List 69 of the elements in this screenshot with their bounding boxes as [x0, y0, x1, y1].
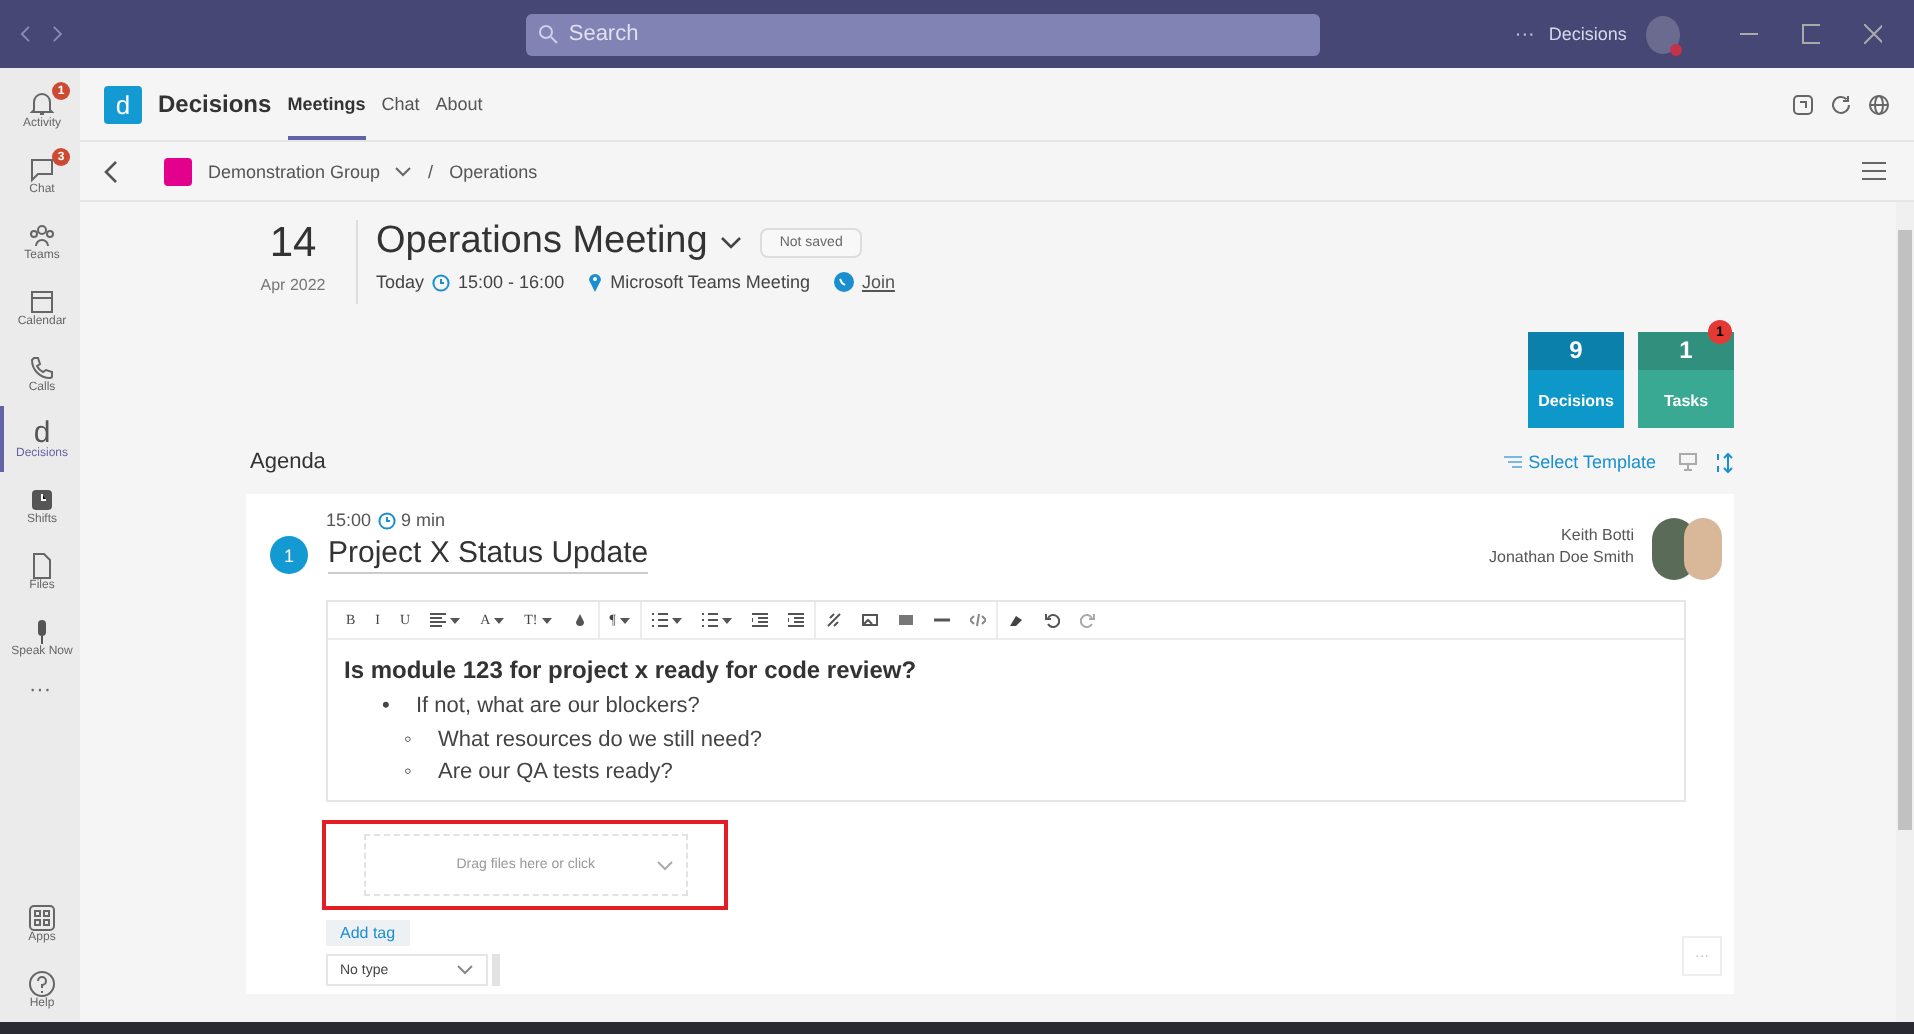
start-time: 15:00	[326, 510, 372, 530]
more-options[interactable]: ···	[1514, 23, 1535, 45]
meeting-time: 15:00 - 16:00	[458, 272, 565, 292]
select-template-link[interactable]: Select Template	[1504, 452, 1656, 472]
close-icon[interactable]	[1864, 24, 1882, 44]
meeting-location: Microsoft Teams Meeting	[610, 272, 810, 292]
counter-tile[interactable]: 9 Decisions	[1528, 332, 1624, 428]
lines-icon	[1504, 456, 1523, 468]
rail-icon	[28, 89, 56, 117]
rail-icon	[28, 485, 56, 513]
tab[interactable]: Meetings	[287, 68, 366, 140]
tab[interactable]: About	[435, 68, 483, 140]
rail-icon	[28, 221, 56, 249]
meeting-month: Apr 2022	[260, 276, 326, 294]
caret-icon	[494, 617, 505, 623]
app-logo: d	[104, 85, 142, 123]
chevron-icon	[394, 165, 413, 177]
rail-icon	[28, 353, 56, 381]
rail-icon	[28, 287, 56, 315]
presenter-name: Keith Botti	[1561, 526, 1634, 544]
scrollbar[interactable]	[1898, 230, 1912, 830]
bullet-marker: ◦	[404, 726, 414, 756]
group-dropdown[interactable]: Demonstration Group	[208, 161, 413, 181]
back-icon[interactable]	[104, 159, 120, 183]
location-pin-icon	[588, 272, 603, 292]
app-name: Decisions	[158, 90, 272, 118]
duration: 9 min	[401, 510, 446, 530]
search-icon	[538, 24, 559, 44]
rail-icon	[28, 551, 56, 579]
meeting-title: Operations Meeting	[376, 220, 708, 264]
group-icon	[164, 157, 192, 185]
tab[interactable]: Chat	[381, 68, 420, 140]
chevron-icon	[456, 964, 474, 976]
sort-icon[interactable]	[1714, 451, 1734, 473]
breadcrumb-separator: /	[428, 161, 434, 181]
section-heading: Agenda	[250, 450, 326, 474]
presenter-name: Jonathan Doe Smith	[1489, 548, 1634, 566]
meeting-day-label: Today	[376, 272, 425, 292]
bullet-text: If not, what are our blockers?	[416, 692, 700, 722]
back-forward-icon[interactable]	[20, 24, 63, 44]
rail-icon	[28, 969, 56, 997]
bullet-text: What resources do we still need?	[438, 726, 763, 756]
chevron-icon	[655, 859, 673, 871]
item-number: 1	[270, 536, 308, 574]
caret-icon	[541, 617, 552, 623]
refresh-icon[interactable]	[1830, 93, 1852, 115]
clock-icon	[377, 511, 396, 529]
maximize-icon[interactable]	[1802, 24, 1821, 44]
breadcrumb-current: Operations	[449, 161, 538, 181]
editor-heading: Is module 123 for project x ready for code review?	[344, 656, 919, 684]
avatar	[1684, 518, 1722, 580]
join-link[interactable]: Join	[861, 272, 895, 292]
popout-icon[interactable]	[1792, 93, 1814, 115]
bullet-marker: •	[382, 692, 392, 722]
clock-icon	[432, 273, 451, 291]
bullet-marker: ◦	[404, 758, 414, 788]
rail-icon	[28, 903, 56, 931]
meeting-day: 14	[269, 220, 317, 268]
globe-icon[interactable]	[1868, 93, 1890, 115]
more-apps[interactable]: ···	[0, 670, 80, 710]
agenda-item-title: Project X Status Update	[328, 536, 649, 574]
caret-icon	[619, 617, 630, 623]
chevron-icon[interactable]	[719, 235, 742, 249]
add-tag-button[interactable]: Add tag	[326, 920, 410, 946]
phone-icon	[833, 272, 854, 292]
search-field[interactable]: Search	[526, 13, 1321, 55]
rail-icon	[28, 155, 56, 183]
org-name: Decisions	[1548, 24, 1627, 44]
bullet-text: Are our QA tests ready?	[438, 758, 673, 788]
